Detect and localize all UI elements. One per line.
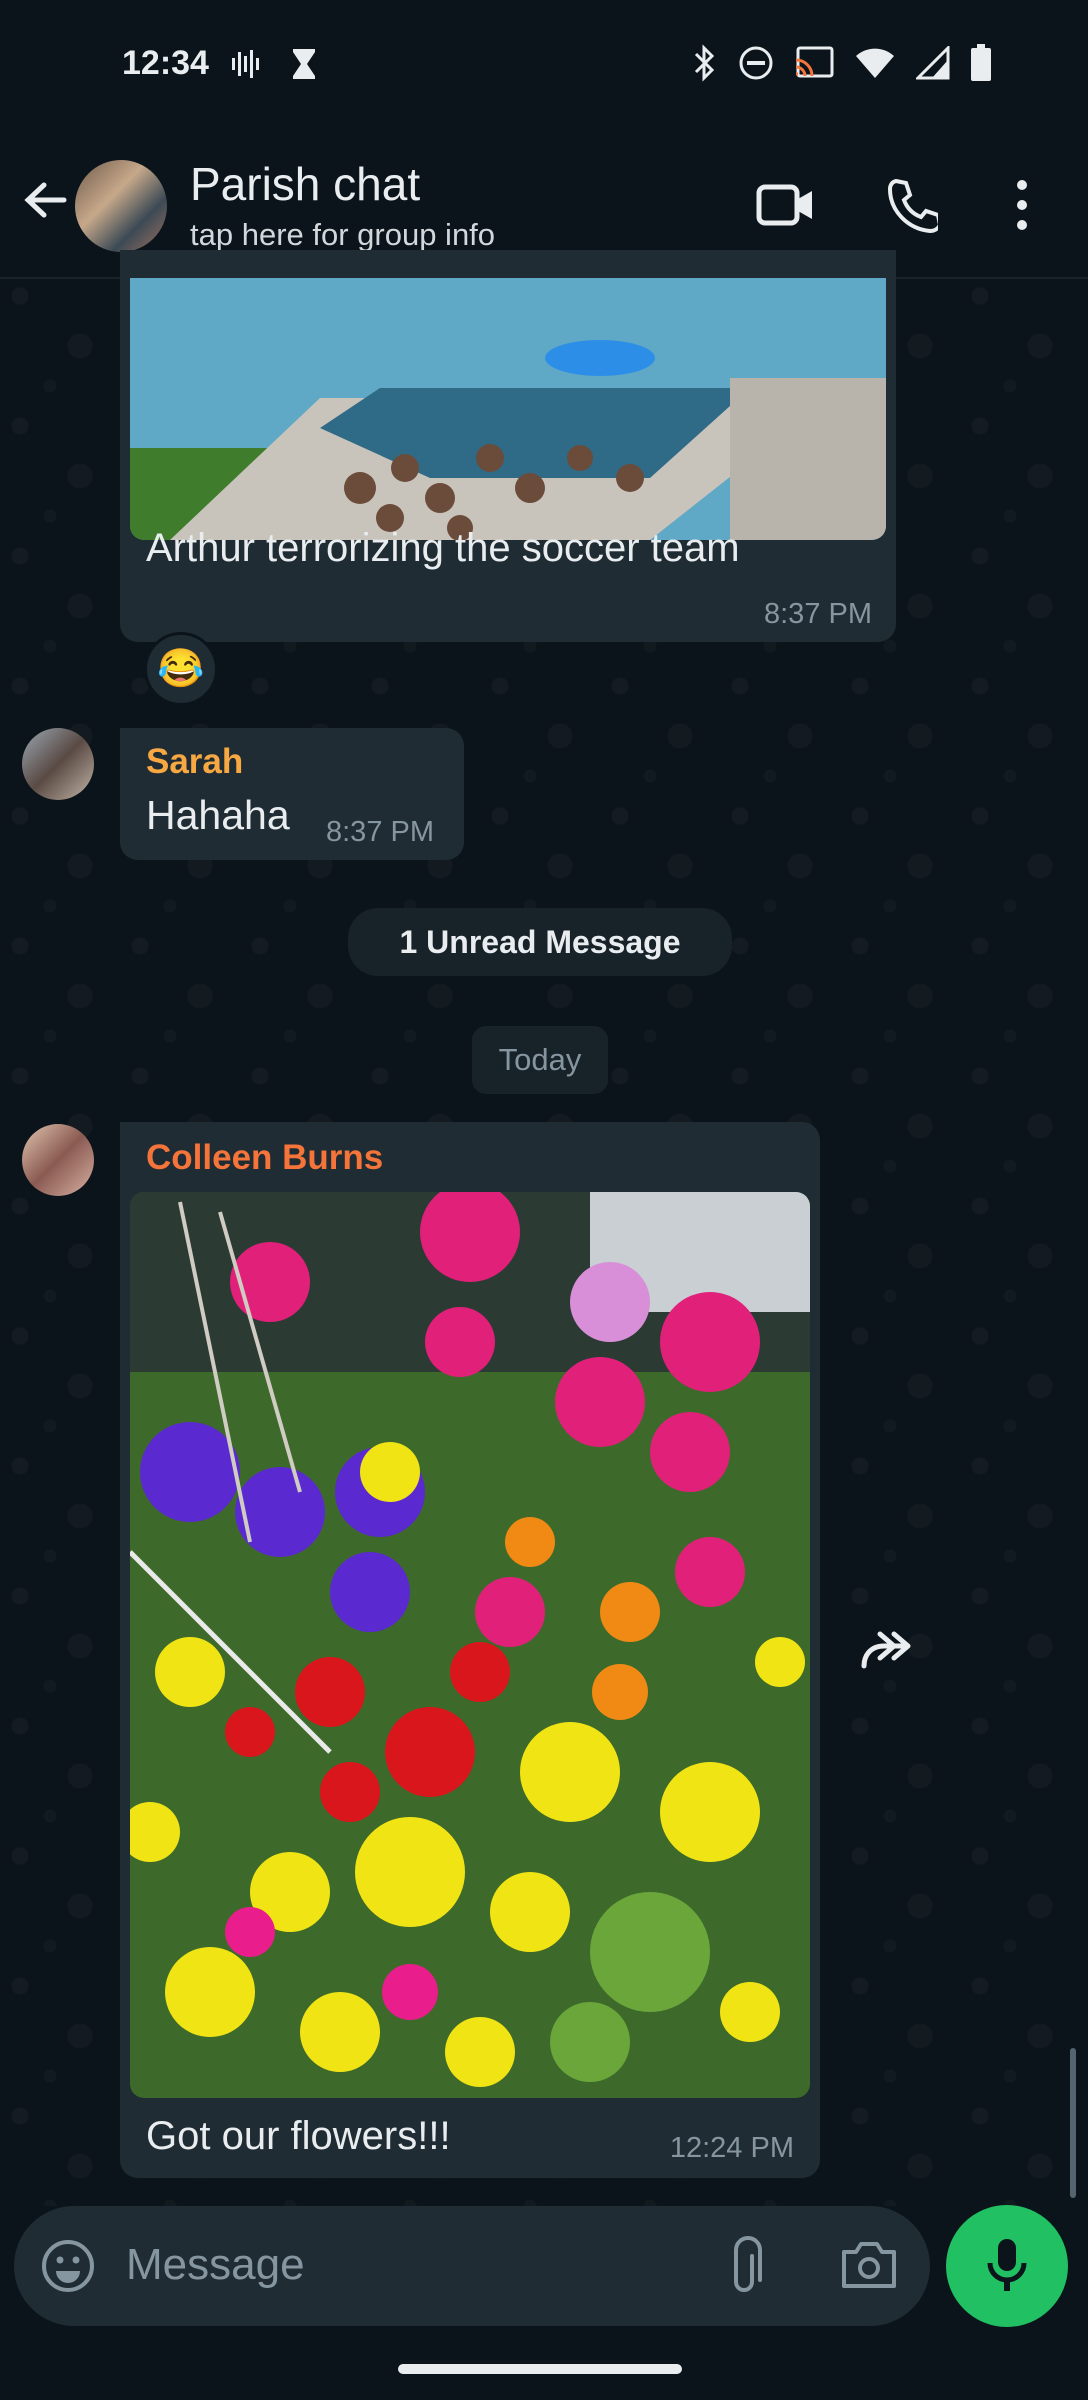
phone-call-icon[interactable] bbox=[886, 177, 938, 233]
hourglass-icon bbox=[293, 49, 315, 79]
emoji-icon[interactable] bbox=[40, 2238, 96, 2294]
pool-photo[interactable] bbox=[130, 278, 886, 540]
message-time: 8:37 PM bbox=[326, 816, 434, 848]
status-time: 12:34 bbox=[122, 44, 209, 82]
avatar[interactable] bbox=[22, 728, 94, 800]
mic-button[interactable] bbox=[946, 2205, 1068, 2327]
attach-icon[interactable] bbox=[726, 2236, 766, 2296]
message-bubble[interactable]: Sarah Hahaha 8:37 PM bbox=[120, 728, 464, 860]
flowers-photo[interactable] bbox=[130, 1192, 810, 2098]
sender-name[interactable]: Sarah bbox=[146, 742, 243, 782]
back-arrow-icon[interactable] bbox=[20, 175, 70, 225]
message-reaction[interactable]: 😂 bbox=[144, 632, 218, 706]
battery-icon bbox=[971, 44, 991, 81]
status-bar: 12:34 bbox=[0, 0, 1088, 135]
forward-icon[interactable] bbox=[856, 1626, 916, 1676]
message-caption: Got our flowers!!! bbox=[146, 2114, 451, 2158]
dnd-icon bbox=[739, 46, 773, 80]
unread-banner: 1 Unread Message bbox=[348, 908, 732, 976]
message-text: Hahaha bbox=[146, 792, 290, 838]
wifi-icon bbox=[856, 48, 894, 78]
avatar[interactable] bbox=[22, 1124, 94, 1196]
cast-icon bbox=[795, 46, 834, 78]
more-vert-icon[interactable] bbox=[1008, 177, 1036, 233]
message-bubble[interactable]: Colleen Burns Got our flowers!!! 12:24 P… bbox=[120, 1122, 820, 2178]
date-separator: Today bbox=[472, 1026, 608, 1094]
chat-subtitle[interactable]: tap here for group info bbox=[190, 217, 495, 253]
signal-icon bbox=[916, 46, 950, 80]
bluetooth-icon bbox=[694, 44, 715, 82]
message-caption: Arthur terrorizing the soccer team bbox=[146, 526, 740, 570]
mic-icon[interactable] bbox=[984, 2237, 1030, 2295]
group-avatar[interactable] bbox=[75, 160, 167, 252]
camera-icon[interactable] bbox=[840, 2240, 898, 2290]
message-composer[interactable]: Message bbox=[14, 2206, 930, 2326]
home-indicator[interactable] bbox=[398, 2364, 682, 2374]
message-input[interactable]: Message bbox=[126, 2240, 305, 2290]
message-bubble[interactable]: Arthur terrorizing the soccer team 8:37 … bbox=[120, 250, 896, 642]
vibrate-icon bbox=[232, 50, 259, 78]
message-time: 8:37 PM bbox=[764, 598, 872, 630]
message-time: 12:24 PM bbox=[669, 2132, 794, 2164]
scrollbar-thumb[interactable] bbox=[1070, 2048, 1076, 2198]
sender-name[interactable]: Colleen Burns bbox=[146, 1138, 383, 1178]
video-call-icon[interactable] bbox=[756, 180, 816, 230]
chat-title[interactable]: Parish chat bbox=[190, 157, 420, 211]
